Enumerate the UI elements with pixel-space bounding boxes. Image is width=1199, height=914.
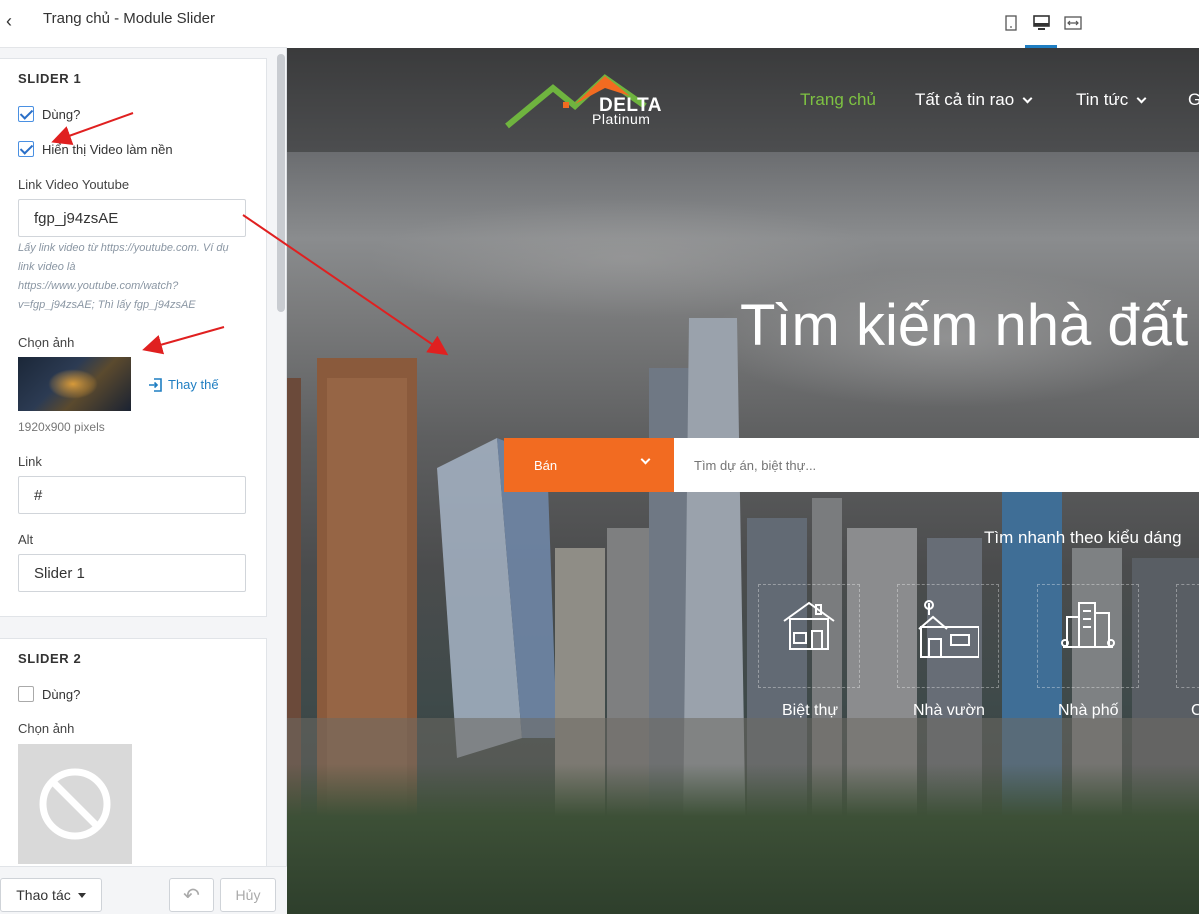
fullwidth-icon: [1064, 16, 1082, 30]
alt-input[interactable]: [18, 554, 246, 592]
desktop-view-button[interactable]: [1025, 10, 1057, 48]
category-more-tile[interactable]: [1176, 584, 1199, 688]
slider-1-use-label: Dùng?: [42, 106, 81, 122]
garden-house-icon: [918, 600, 979, 658]
chevron-down-icon: [1136, 93, 1147, 103]
slider-2-image-placeholder[interactable]: [18, 744, 132, 864]
slider-1-card: SLIDER 1 Dùng? Hiển thị Video làm nền Li…: [0, 58, 267, 617]
video-link-hint: Lấy link video từ https://youtube.com. V…: [18, 239, 250, 315]
caret-down-icon: [77, 892, 86, 898]
checkbox-checked-icon[interactable]: [18, 106, 34, 122]
replace-image-link[interactable]: Thay thế: [148, 377, 219, 392]
no-image-icon: [39, 768, 111, 840]
site-preview: DELTA Platinum Trang chủ Tất cả tin rao …: [287, 48, 1199, 914]
desktop-icon: [1032, 15, 1050, 30]
category-townhouse-tile[interactable]: [1037, 584, 1139, 688]
image-size-note: 1920x900 pixels: [18, 420, 105, 434]
nav-all-listings-label: Tất cả tin rao: [915, 90, 1015, 109]
video-hint-line: link video là: [18, 261, 76, 273]
chevron-down-icon: [1022, 93, 1033, 103]
video-hint-line: https://www.youtube.com/watch?: [18, 280, 179, 292]
video-link-input[interactable]: [18, 199, 246, 237]
video-hint-line: v=fgp_j94zsAE; Thì lấy fgp_j94zsAE: [18, 299, 196, 311]
slider-2-image-label: Chọn ảnh: [18, 721, 75, 736]
slider-2-card: SLIDER 2 Dùng? Chọn ảnh: [0, 638, 267, 866]
panel-header: ‹ Trang chủ - Module Slider: [0, 0, 287, 48]
actions-label: Thao tác: [16, 887, 71, 903]
search-type-dropdown[interactable]: Bán: [504, 438, 674, 492]
site-header: DELTA Platinum Trang chủ Tất cả tin rao …: [287, 48, 1199, 152]
panel-title: Trang chủ - Module Slider: [43, 10, 216, 27]
logo-text-platinum: Platinum: [592, 111, 651, 127]
link-input[interactable]: [18, 476, 246, 514]
slider-2-use-label: Dùng?: [42, 686, 81, 702]
slider-1-image-label: Chọn ảnh: [18, 335, 75, 350]
fullwidth-view-button[interactable]: [1057, 10, 1089, 36]
replace-icon: [149, 377, 162, 392]
nav-all-listings[interactable]: Tất cả tin rao: [915, 90, 1033, 110]
slider-1-image-thumbnail[interactable]: [18, 357, 131, 411]
slider-2-use-checkbox[interactable]: Dùng?: [18, 685, 80, 703]
slider-1-heading: SLIDER 1: [18, 71, 82, 86]
nav-home[interactable]: Trang chủ: [800, 90, 876, 110]
video-link-label: Link Video Youtube: [18, 177, 130, 192]
nav-more[interactable]: G: [1188, 90, 1199, 110]
alt-label: Alt: [18, 532, 34, 547]
link-label: Link: [18, 454, 42, 469]
panel-footer: Thao tác ↶ Hủy: [0, 866, 287, 914]
chevron-down-icon: [640, 454, 651, 465]
slider-1-video-bg-label: Hiển thị Video làm nền: [42, 141, 173, 157]
replace-image-label: Thay thế: [168, 377, 219, 392]
slider-1-use-checkbox[interactable]: Dùng?: [18, 105, 80, 123]
search-type-label: Bán: [534, 457, 558, 473]
mobile-icon: [1005, 15, 1017, 31]
trees-foreground: [287, 764, 1199, 914]
category-garden-house-label: Nhà vườn: [913, 702, 985, 719]
nav-news-label: Tin tức: [1076, 90, 1129, 109]
mobile-view-button[interactable]: [995, 10, 1027, 36]
actions-dropdown-button[interactable]: Thao tác: [0, 878, 102, 912]
category-garden-house-tile[interactable]: [897, 584, 999, 688]
video-hint-line: Lấy link video từ https://youtube.com. V…: [18, 242, 229, 254]
category-more-label: C: [1191, 702, 1199, 719]
panel-scroll-area[interactable]: SLIDER 1 Dùng? Hiển thị Video làm nền Li…: [0, 48, 287, 866]
checkbox-checked-icon[interactable]: [18, 141, 34, 157]
undo-button[interactable]: ↶: [169, 878, 214, 912]
search-input[interactable]: [674, 438, 1199, 492]
panel-scrollbar[interactable]: [277, 54, 285, 312]
townhouse-icon: [1061, 602, 1115, 648]
checkbox-unchecked-icon[interactable]: [18, 686, 34, 702]
nav-news[interactable]: Tin tức: [1076, 90, 1147, 110]
back-icon[interactable]: ‹: [0, 8, 18, 34]
app-root: ‹ Trang chủ - Module Slider SLIDER 1 Dùn…: [0, 0, 1199, 914]
category-villa-label: Biệt thự: [782, 702, 839, 719]
category-townhouse-label: Nhà phố: [1058, 702, 1119, 719]
quick-search-title: Tìm nhanh theo kiểu dáng: [984, 528, 1182, 547]
cancel-button[interactable]: Hủy: [220, 878, 276, 912]
device-toolbar: [287, 0, 1199, 48]
hero-title: Tìm kiếm nhà đất: [740, 293, 1189, 358]
slider-1-video-bg-checkbox[interactable]: Hiển thị Video làm nền: [18, 140, 173, 158]
undo-icon: ↶: [183, 884, 200, 907]
editor-panel: ‹ Trang chủ - Module Slider SLIDER 1 Dùn…: [0, 0, 287, 914]
villa-icon: [783, 601, 835, 650]
slider-2-heading: SLIDER 2: [18, 651, 82, 666]
category-villa-tile[interactable]: [758, 584, 860, 688]
